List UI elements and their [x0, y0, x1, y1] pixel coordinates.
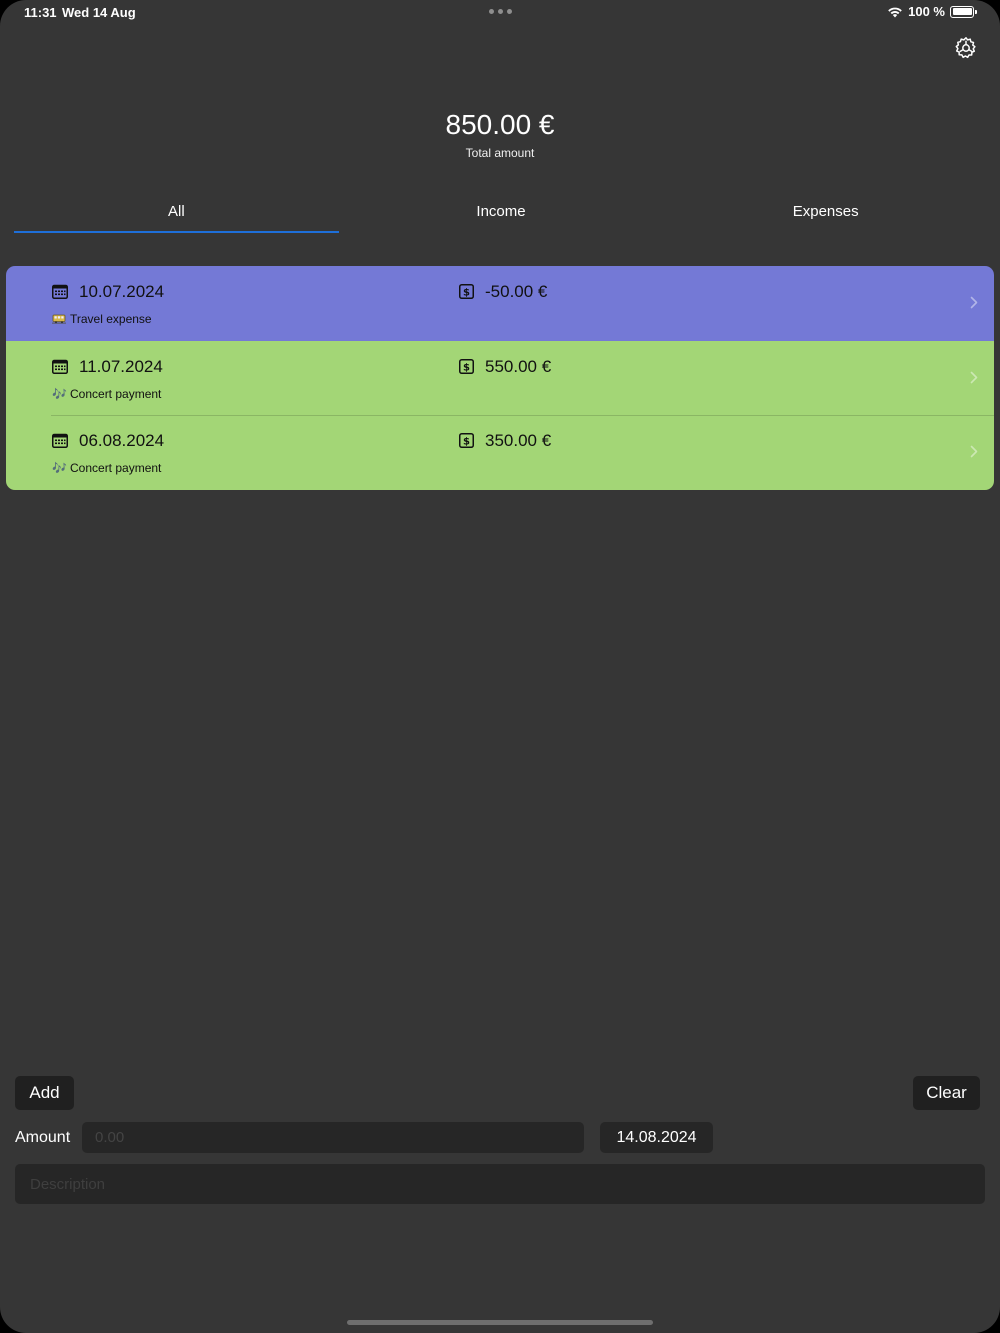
- transaction-amount: 350.00 €: [485, 431, 552, 450]
- status-time: 11:31: [24, 5, 57, 20]
- clear-button[interactable]: Clear: [913, 1076, 980, 1110]
- transaction-row[interactable]: 10.07.2024 $ -50.00 € Travel expense: [6, 266, 994, 341]
- chevron-right-icon: [970, 371, 978, 383]
- music-notes-icon: 🎶: [52, 386, 67, 401]
- svg-text:$: $: [463, 287, 470, 298]
- transaction-row[interactable]: 11.07.2024 $ 550.00 € 🎶 Concert payment: [6, 340, 994, 415]
- calendar-icon: [52, 359, 68, 374]
- amount-label: Amount: [15, 1129, 71, 1146]
- tab-expenses[interactable]: Expenses: [663, 203, 988, 233]
- gear-icon[interactable]: [954, 36, 978, 60]
- total-amount-label: Total amount: [465, 146, 535, 160]
- calendar-icon: [52, 433, 68, 448]
- transaction-row[interactable]: 06.08.2024 $ 350.00 € 🎶 Concert payment: [6, 415, 994, 490]
- transaction-list: 10.07.2024 $ -50.00 € Travel expense 11.…: [6, 266, 994, 490]
- total-amount: 850.00 €: [445, 109, 555, 140]
- transaction-description: Concert payment: [70, 386, 162, 401]
- transaction-description: Concert payment: [70, 461, 162, 475]
- chevron-right-icon: [970, 445, 978, 458]
- add-button[interactable]: Add: [15, 1076, 74, 1110]
- svg-text:$: $: [463, 436, 470, 447]
- battery-percentage: 100 %: [908, 4, 945, 19]
- filter-tabs: All Income Expenses: [14, 203, 988, 233]
- transaction-date: 06.08.2024: [79, 431, 165, 450]
- transaction-description: Travel expense: [70, 312, 152, 326]
- transaction-date: 10.07.2024: [79, 282, 165, 301]
- transaction-amount: -50.00 €: [485, 282, 548, 301]
- tab-income[interactable]: Income: [339, 203, 664, 233]
- status-indicators: 100 %: [887, 4, 977, 19]
- app-screen: 11:31 Wed 14 Aug 100 % 850.00 € Total am…: [0, 0, 1000, 1333]
- amount-input[interactable]: [82, 1122, 584, 1153]
- home-indicator[interactable]: [347, 1320, 653, 1325]
- battery-icon: [950, 5, 977, 18]
- wifi-icon: [888, 7, 902, 17]
- tab-all[interactable]: All: [14, 203, 339, 233]
- dollar-icon: $: [459, 284, 474, 299]
- dollar-icon: $: [459, 433, 474, 448]
- status-date: Wed 14 Aug: [62, 5, 136, 20]
- chevron-right-icon: [970, 296, 978, 309]
- transaction-amount: 550.00 €: [485, 356, 552, 376]
- total-summary: 850.00 € Total amount: [0, 108, 1000, 160]
- date-picker-button[interactable]: 14.08.2024: [600, 1122, 713, 1153]
- dollar-icon: $: [459, 358, 474, 374]
- train-icon: [52, 314, 66, 324]
- transaction-date: 11.07.2024: [79, 356, 163, 376]
- music-notes-icon: 🎶: [52, 461, 67, 475]
- calendar-icon: [52, 284, 68, 299]
- multitasking-dots-icon[interactable]: [489, 9, 512, 14]
- svg-text:$: $: [463, 362, 470, 373]
- description-input[interactable]: [15, 1164, 985, 1204]
